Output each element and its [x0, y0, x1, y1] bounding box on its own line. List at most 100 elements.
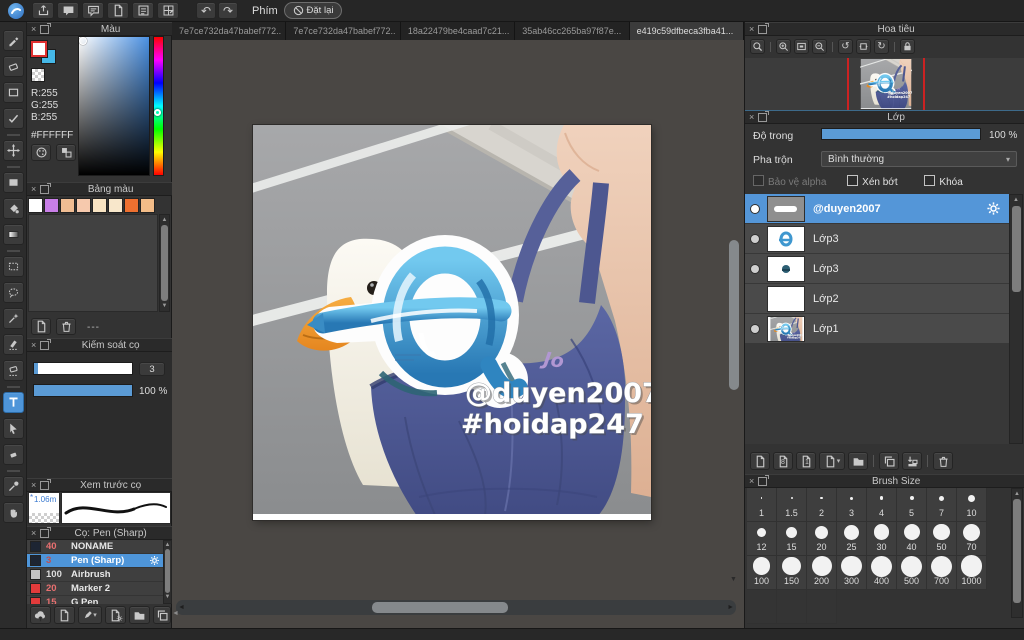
palette-swatch[interactable] [60, 198, 75, 213]
scrollbar-thumb[interactable] [161, 225, 168, 301]
palette-add-button[interactable] [31, 318, 51, 335]
visibility-dot[interactable] [751, 264, 759, 273]
brush-row-selected[interactable]: 3 Pen (Sharp) [27, 554, 163, 568]
layer-opacity-slider[interactable] [821, 128, 981, 140]
scroll-up-icon[interactable]: ▲ [160, 215, 169, 223]
brush-tool[interactable] [3, 30, 24, 51]
panel-collapse-handle[interactable]: ◄ [172, 610, 179, 617]
brush-add-type-button[interactable]: ▾ [78, 606, 102, 624]
brush-size-cell[interactable]: 1000 [957, 555, 987, 590]
reset-rotation-button[interactable] [856, 39, 871, 54]
close-icon[interactable]: × [749, 24, 754, 34]
scroll-up-icon[interactable]: ▲ [164, 541, 171, 548]
undo-button[interactable]: ↶ [196, 2, 216, 19]
canvas-hscrollbar[interactable]: ◄ ► [176, 600, 736, 615]
brush-add-button[interactable] [54, 606, 75, 624]
scroll-left-icon[interactable]: ◄ [178, 604, 185, 611]
palette-list[interactable] [28, 214, 158, 312]
document-button[interactable] [107, 2, 129, 19]
popout-icon[interactable] [40, 526, 52, 538]
close-icon[interactable]: × [749, 476, 754, 486]
brush-row[interactable]: 100 Airbrush [27, 568, 163, 582]
lock-view-button[interactable] [900, 39, 915, 54]
rotate-cw-button[interactable]: ↻ [874, 39, 889, 54]
popout-icon[interactable] [40, 478, 52, 490]
palette-swatch[interactable] [44, 198, 59, 213]
tab-file-3[interactable]: 18a22479be4caad7c21... [400, 22, 516, 40]
brush-size-cell[interactable]: 30 [867, 522, 897, 556]
visibility-dot[interactable] [751, 324, 759, 333]
shape-tool[interactable] [3, 82, 24, 103]
reset-keys-button[interactable]: Đặt lại [284, 2, 342, 19]
tab-file-4[interactable]: 35ab46cc265ba97f87e... [515, 22, 630, 40]
select-eraser-tool[interactable] [3, 360, 24, 381]
eraser-tool[interactable] [3, 56, 24, 77]
brush-size-cell[interactable]: 150 [777, 556, 807, 590]
share-button[interactable] [32, 2, 54, 19]
duplicate-layer-button[interactable] [879, 452, 899, 470]
new-8bit-layer-button[interactable]: 8 [773, 452, 793, 470]
delete-layer-button[interactable] [933, 452, 953, 470]
palette-swatch[interactable] [76, 198, 91, 213]
marquee-select-tool[interactable] [3, 256, 24, 277]
zoom-in-button[interactable] [776, 39, 791, 54]
brush-row[interactable]: 20 Marker 2 [27, 582, 163, 596]
brush-size-cell[interactable]: 12 [747, 522, 777, 556]
scroll-up-icon[interactable]: ▲ [1012, 489, 1022, 497]
scroll-right-icon[interactable]: ► [727, 604, 734, 611]
gradient-tool[interactable] [3, 224, 24, 245]
move-tool[interactable] [3, 140, 24, 161]
blend-mode-dropdown[interactable]: Bình thường ▾ [821, 151, 1017, 167]
popout-icon[interactable] [40, 338, 52, 350]
gear-icon[interactable] [986, 201, 1001, 216]
brush-size-cell[interactable]: 10 [957, 488, 987, 522]
brush-size-cell[interactable]: 4 [867, 488, 897, 522]
transparent-swatch[interactable] [31, 68, 45, 82]
brush-row[interactable]: 40 NONAME [27, 540, 163, 554]
popout-icon[interactable] [40, 22, 52, 34]
tab-file-2[interactable]: 7e7ce732da47babef772.. [286, 22, 401, 40]
layer-row[interactable]: Lớp3 [745, 224, 1009, 254]
brush-size-cell[interactable]: 3 [837, 488, 867, 522]
zoom-out-button[interactable] [812, 39, 827, 54]
scroll-down-icon[interactable]: ▼ [164, 594, 171, 600]
palette-swatch[interactable] [92, 198, 107, 213]
layer-list-scrollbar[interactable]: ▲ [1009, 194, 1023, 444]
canvas-vscrollbar[interactable]: ▼ [728, 44, 740, 589]
brush-size-slider[interactable] [33, 362, 133, 375]
palette-delete-button[interactable] [56, 318, 76, 335]
brush-list-scrollbar[interactable]: ▲ ▼ [163, 540, 172, 604]
scrollbar-thumb[interactable] [1011, 206, 1021, 292]
rotate-ccw-button[interactable]: ↺ [838, 39, 853, 54]
alpha-protect-checkbox[interactable]: Bảo vệ alpha [753, 175, 826, 188]
popout-icon[interactable] [758, 110, 770, 122]
brush-size-cell[interactable]: 2 [807, 488, 837, 522]
hand-tool[interactable] [3, 502, 24, 523]
add-layer-menu-button[interactable]: ▾ [819, 452, 845, 470]
brush-size-cell[interactable]: 200 [807, 556, 837, 590]
palette-swatch[interactable] [28, 198, 43, 213]
chat-button[interactable] [57, 2, 79, 19]
new-1bit-layer-button[interactable]: 1 [796, 452, 816, 470]
brush-size-cell[interactable]: 70 [957, 522, 987, 556]
brush-size-cell[interactable]: 40 [897, 522, 927, 556]
brush-size-cell[interactable]: 20 [807, 522, 837, 556]
popout-icon[interactable] [40, 182, 52, 194]
palette-swatch[interactable] [140, 198, 155, 213]
clipping-checkbox[interactable]: Xén bớt [847, 175, 898, 188]
brush-size-cell[interactable]: 15 [777, 522, 807, 556]
brush-size-cell[interactable]: 50 [927, 522, 957, 556]
hue-slider[interactable] [153, 36, 164, 176]
visibility-dot[interactable] [751, 204, 759, 213]
close-icon[interactable]: × [31, 340, 36, 350]
layer-row-selected[interactable]: @duyen2007 [745, 194, 1009, 224]
close-icon[interactable]: × [31, 480, 36, 490]
saturation-value-picker[interactable] [78, 36, 150, 176]
close-icon[interactable]: × [31, 528, 36, 538]
brush-size-cell[interactable]: 100 [747, 556, 777, 590]
new-folder-button[interactable] [848, 452, 868, 470]
layer-row[interactable]: Lớp1 [745, 314, 1009, 344]
brush-size-cell[interactable]: 400 [867, 555, 897, 590]
scrollbar-thumb[interactable] [1013, 499, 1021, 603]
foreground-swatch[interactable] [31, 41, 47, 57]
